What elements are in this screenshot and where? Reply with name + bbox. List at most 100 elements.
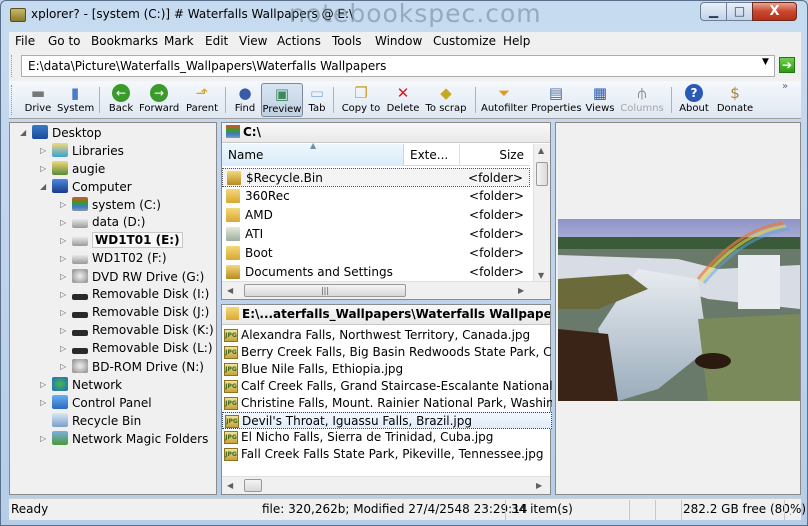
tree-item-network-magic[interactable]: ▷ Network Magic Folders: [40, 431, 208, 449]
properties-button[interactable]: ▤ Properties: [531, 83, 582, 117]
expand-icon[interactable]: ▷: [60, 326, 66, 335]
list-item[interactable]: JPG Blue Nile Falls, Ethiopia.jpg: [222, 361, 552, 378]
file-row[interactable]: Documents and Settings <folder>: [222, 263, 530, 282]
expand-icon[interactable]: ▷: [60, 218, 66, 227]
to-scrap-button[interactable]: ◆ To scrap: [425, 83, 467, 117]
address-input[interactable]: E:\data\Picture\Waterfalls_Wallpapers\Wa…: [21, 55, 775, 77]
tree-item-recycle-bin[interactable]: Recycle Bin: [52, 413, 141, 431]
column-extension[interactable]: Exte...: [404, 144, 460, 166]
tree-item-data-d[interactable]: ▷ data (D:): [60, 215, 146, 233]
tree-item-desktop[interactable]: ◢ Desktop: [20, 125, 102, 143]
tree-item-libraries[interactable]: ▷ Libraries: [40, 143, 124, 161]
file-row[interactable]: 360Rec <folder>: [222, 187, 530, 206]
toolbar-overflow-icon[interactable]: »: [782, 81, 788, 92]
list-item[interactable]: JPG Christine Falls, Mount. Rainier Natio…: [222, 395, 552, 412]
tree-item-augie[interactable]: ▷ augie: [40, 161, 105, 179]
address-dropdown-icon[interactable]: ▼: [762, 57, 769, 67]
tree-item-control-panel[interactable]: ▷ Control Panel: [40, 395, 152, 413]
list-item[interactable]: JPG El Nicho Falls, Sierra de Trinidad, C…: [222, 429, 552, 446]
expand-icon[interactable]: ▷: [40, 434, 46, 443]
tree-item-wd1t01-e[interactable]: ▷ WD1T01 (E:): [60, 232, 183, 251]
file-row[interactable]: Boot <folder>: [222, 244, 530, 263]
menu-bookmarks[interactable]: Bookmarks: [91, 34, 158, 48]
tree-item-network[interactable]: ▷ Network: [40, 377, 122, 395]
expand-icon[interactable]: ▷: [60, 272, 66, 281]
collapse-icon[interactable]: ◢: [40, 182, 46, 191]
tab-button[interactable]: ▭ Tab: [305, 83, 329, 117]
scroll-thumb[interactable]: [244, 479, 262, 492]
columns-button[interactable]: ⫛ Columns: [619, 83, 665, 117]
menu-tools[interactable]: Tools: [332, 34, 362, 48]
top-pane-vertical-scrollbar[interactable]: ▲ ▼: [533, 144, 550, 282]
tree-item-removable-k[interactable]: ▷ Removable Disk (K:): [60, 323, 214, 341]
tree-item-removable-l[interactable]: ▷ Removable Disk (L:): [60, 341, 213, 359]
menu-view[interactable]: View: [239, 34, 267, 48]
expand-icon[interactable]: ▷: [60, 236, 66, 245]
system-button[interactable]: ▮ System: [57, 83, 94, 117]
list-item[interactable]: JPG Fall Creek Falls State Park, Pikevill…: [222, 446, 552, 463]
donate-button[interactable]: $ Donate: [715, 83, 755, 117]
expand-icon[interactable]: ▷: [40, 380, 46, 389]
delete-button[interactable]: ✕ Delete: [385, 83, 421, 117]
file-row[interactable]: $Recycle.Bin <folder>: [222, 168, 530, 187]
tree-item-removable-j[interactable]: ▷ Removable Disk (J:): [60, 305, 209, 323]
scroll-thumb[interactable]: [536, 162, 548, 186]
scroll-right-icon[interactable]: ▶: [518, 286, 524, 295]
file-row[interactable]: AMD <folder>: [222, 206, 530, 225]
back-button[interactable]: ← Back: [105, 83, 137, 117]
title-bar[interactable]: xplorer? - [system (C:)] # Waterfalls Wa…: [1, 0, 807, 30]
list-item[interactable]: JPG Calf Creek Falls, Grand Staircase-Esc…: [222, 378, 552, 395]
scroll-down-icon[interactable]: ▼: [538, 271, 544, 280]
expand-icon[interactable]: ▷: [60, 290, 66, 299]
file-row[interactable]: ATI <folder>: [222, 225, 530, 244]
scroll-right-icon[interactable]: ▶: [536, 481, 542, 490]
expand-icon[interactable]: ▷: [40, 146, 46, 155]
tree-item-wd1t02-f[interactable]: ▷ WD1T02 (F:): [60, 251, 167, 269]
scroll-left-icon[interactable]: ◀: [227, 286, 233, 295]
menu-help[interactable]: Help: [503, 34, 530, 48]
resize-grip-icon[interactable]: ⋰: [789, 507, 798, 517]
find-button[interactable]: ● Find: [231, 83, 259, 117]
expand-icon[interactable]: ▷: [40, 398, 46, 407]
expand-icon[interactable]: ▷: [60, 362, 66, 371]
column-size[interactable]: Size: [460, 144, 530, 166]
expand-icon[interactable]: ▷: [60, 200, 66, 209]
about-button[interactable]: ? About: [677, 83, 711, 117]
parent-button[interactable]: ⬏ Parent: [185, 83, 219, 117]
list-item[interactable]: JPG Alexandra Falls, Northwest Territory,…: [222, 327, 552, 344]
list-item[interactable]: JPG Berry Creek Falls, Big Basin Redwoods…: [222, 344, 552, 361]
menu-file[interactable]: File: [15, 34, 35, 48]
forward-button[interactable]: → Forward: [139, 83, 179, 117]
menu-go-to[interactable]: Go to: [48, 34, 81, 48]
copy-to-button[interactable]: ❐ Copy to: [341, 83, 381, 117]
tree-item-removable-i[interactable]: ▷ Removable Disk (I:): [60, 287, 209, 305]
menu-actions[interactable]: Actions: [277, 34, 321, 48]
expand-icon[interactable]: ▷: [60, 344, 66, 353]
scroll-left-icon[interactable]: ◀: [227, 481, 233, 490]
drive-button[interactable]: ▬ Drive: [21, 83, 55, 117]
autofilter-button[interactable]: ⏷ Autofilter: [481, 83, 527, 117]
close-button[interactable]: X: [752, 2, 797, 21]
tree-item-bdrom-n[interactable]: ▷ BD-ROM Drive (N:): [60, 359, 204, 377]
go-button[interactable]: ➔: [779, 57, 795, 73]
menu-window[interactable]: Window: [375, 34, 422, 48]
expand-icon[interactable]: ▷: [40, 164, 46, 173]
views-button[interactable]: ▦ Views: [585, 83, 615, 117]
scroll-thumb[interactable]: |||: [244, 284, 406, 297]
tree-item-computer[interactable]: ◢ Computer: [40, 179, 132, 197]
collapse-icon[interactable]: ◢: [20, 128, 26, 137]
address-grip[interactable]: [11, 55, 14, 77]
maximize-button[interactable]: □: [726, 2, 753, 21]
tree-item-dvd-g[interactable]: ▷ DVD RW Drive (G:): [60, 269, 204, 287]
column-name[interactable]: ▲ Name: [222, 141, 404, 166]
scroll-up-icon[interactable]: ▲: [538, 146, 544, 155]
menu-customize[interactable]: Customize: [433, 34, 496, 48]
list-item-selected[interactable]: JPG Devil's Throat, Iguassu Falls, Brazil…: [222, 412, 552, 429]
top-pane-horizontal-scrollbar[interactable]: ◀ ||| ▶: [222, 281, 550, 299]
bottom-pane-horizontal-scrollbar[interactable]: ◀ ▶: [222, 476, 550, 494]
expand-icon[interactable]: ▷: [60, 254, 66, 263]
minimize-button[interactable]: ▁: [700, 2, 727, 21]
toolbar-grip[interactable]: [11, 85, 14, 115]
preview-button[interactable]: ▣ Preview: [261, 83, 303, 117]
tree-item-system-c[interactable]: ▷ system (C:): [60, 197, 161, 215]
